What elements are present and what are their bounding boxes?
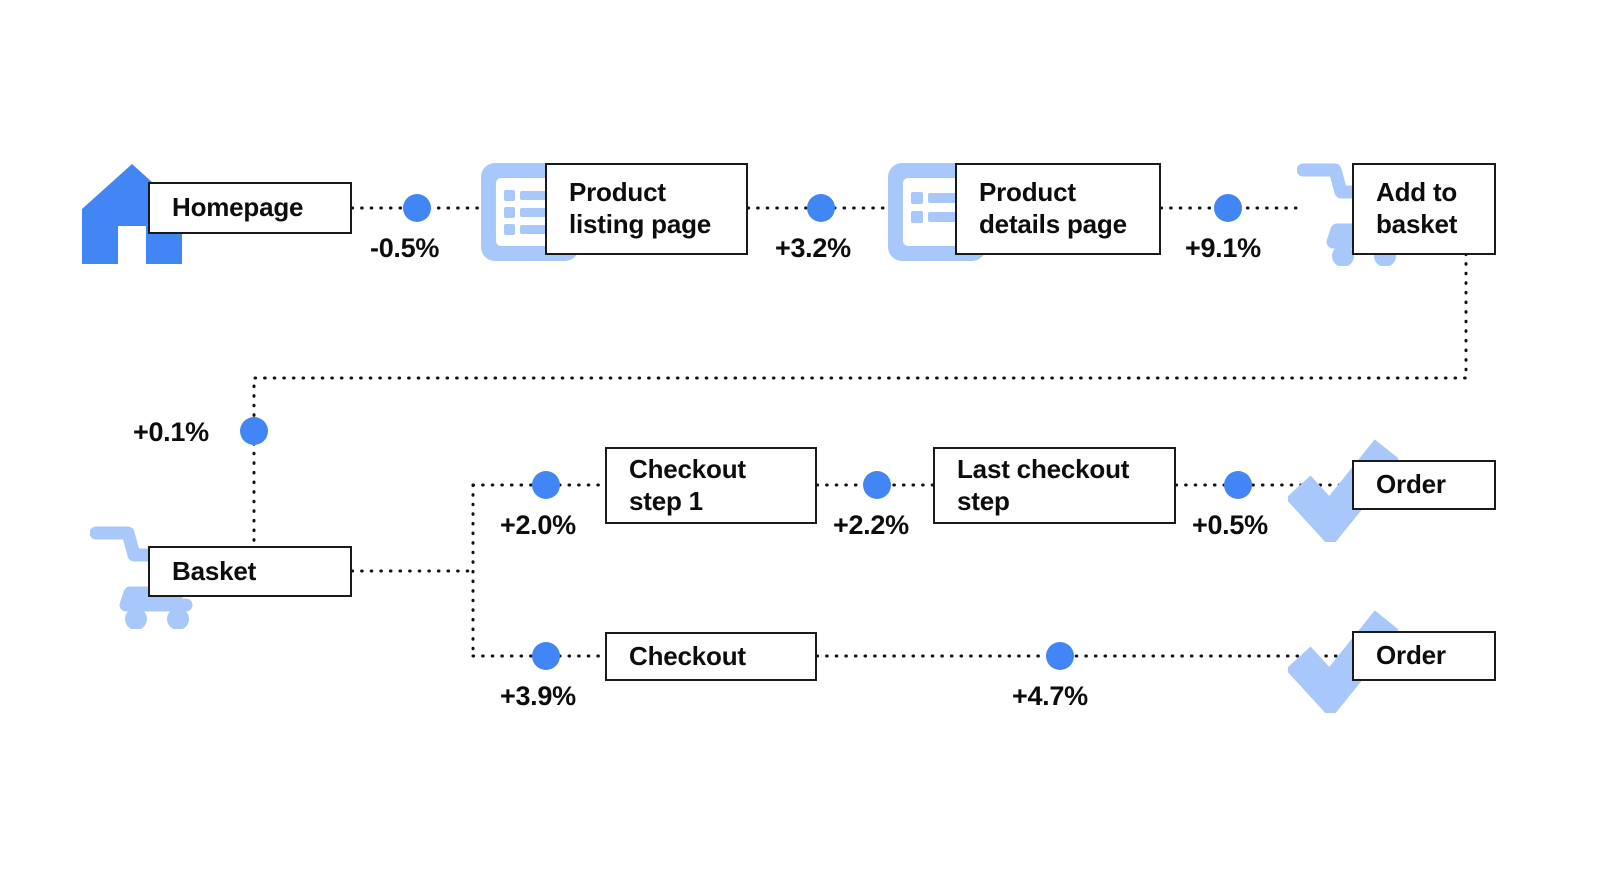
metric-label-plp-pdp: +3.2%: [775, 233, 851, 263]
metric-dot[interactable]: [1224, 471, 1252, 499]
node-product-details-page[interactable]: Product details page: [955, 163, 1161, 255]
metric-dot[interactable]: [807, 194, 835, 222]
node-label: Last checkout step: [957, 453, 1130, 516]
node-label: Add to basket: [1376, 177, 1458, 239]
node-order-top[interactable]: Order: [1352, 460, 1496, 510]
node-checkout-step-1[interactable]: Checkout step 1: [605, 447, 817, 524]
node-label: Checkout: [629, 640, 746, 671]
node-homepage[interactable]: Homepage: [148, 182, 352, 234]
metric-dot[interactable]: [532, 471, 560, 499]
node-basket[interactable]: Basket: [148, 546, 352, 597]
node-label: Product listing page: [569, 177, 712, 239]
metric-dot[interactable]: [1214, 194, 1242, 222]
node-add-to-basket[interactable]: Add to basket: [1352, 163, 1496, 255]
node-label: Order: [1376, 469, 1446, 500]
metric-dot[interactable]: [240, 417, 268, 445]
metric-label-basket-checkout: +3.9%: [500, 681, 576, 711]
wire-atb-basket: [252, 252, 1468, 548]
node-checkout[interactable]: Checkout: [605, 632, 817, 681]
metric-dot[interactable]: [1046, 642, 1074, 670]
node-label: Order: [1376, 640, 1446, 671]
node-last-checkout-step[interactable]: Last checkout step: [933, 447, 1176, 524]
metric-label-homepage-plp: -0.5%: [370, 233, 440, 263]
node-label: Basket: [172, 555, 257, 586]
node-label: Checkout step 1: [629, 453, 746, 516]
metric-label-basket-checkout1: +2.0%: [500, 510, 576, 540]
metric-label-checkout-order: +4.7%: [1012, 681, 1088, 711]
metric-label-checkout1-last: +2.2%: [833, 510, 909, 540]
node-label: Product details page: [979, 177, 1127, 239]
funnel-diagram: Homepage Product listing page Product de…: [0, 0, 1601, 874]
metric-label-last-order: +0.5%: [1192, 510, 1268, 540]
node-label: Homepage: [172, 192, 304, 223]
metric-label-atb-basket: +0.1%: [133, 417, 209, 447]
metric-dot[interactable]: [863, 471, 891, 499]
node-order-bottom[interactable]: Order: [1352, 631, 1496, 681]
metric-label-pdp-atb: +9.1%: [1185, 233, 1261, 263]
node-product-listing-page[interactable]: Product listing page: [545, 163, 748, 255]
metric-dot[interactable]: [403, 194, 431, 222]
metric-dot[interactable]: [532, 642, 560, 670]
